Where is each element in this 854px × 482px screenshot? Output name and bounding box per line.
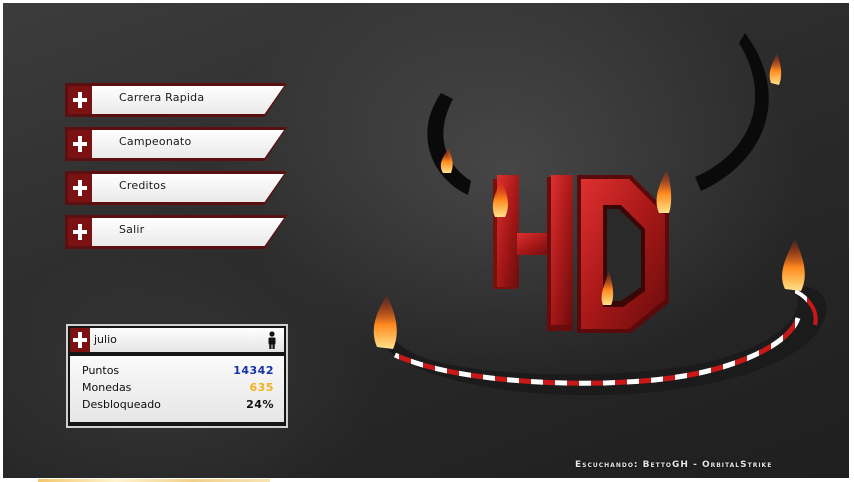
stat-value: 635 <box>249 381 274 394</box>
player-badge <box>70 328 90 352</box>
stat-label: Puntos <box>82 364 120 377</box>
player-panel: julio Puntos 14342 Monedas 635 Desbloque… <box>66 324 288 428</box>
stat-label: Desbloqueado <box>82 398 161 411</box>
hd-letters[interactable] <box>493 175 669 333</box>
plus-icon <box>73 332 87 348</box>
player-header: julio <box>70 328 284 352</box>
stat-desbloqueado: Desbloqueado 24% <box>82 398 274 414</box>
person-icon <box>268 331 276 349</box>
stat-monedas: Monedas 635 <box>82 381 274 397</box>
stat-value: 24% <box>246 398 274 411</box>
right-horn <box>695 33 769 191</box>
stat-puntos: Puntos 14342 <box>82 364 274 380</box>
now-playing-credit: Escuchando: BettoGH - OrbitalStrike <box>575 460 773 470</box>
player-name: julio <box>94 333 117 346</box>
left-horn <box>427 93 471 195</box>
stat-label: Monedas <box>82 381 132 394</box>
game-screen: Carrera Rapida Campeonato Creditos Salir <box>3 3 849 478</box>
player-stats: Puntos 14342 Monedas 635 Desbloqueado 24… <box>70 356 284 422</box>
stat-value: 14342 <box>233 364 274 377</box>
